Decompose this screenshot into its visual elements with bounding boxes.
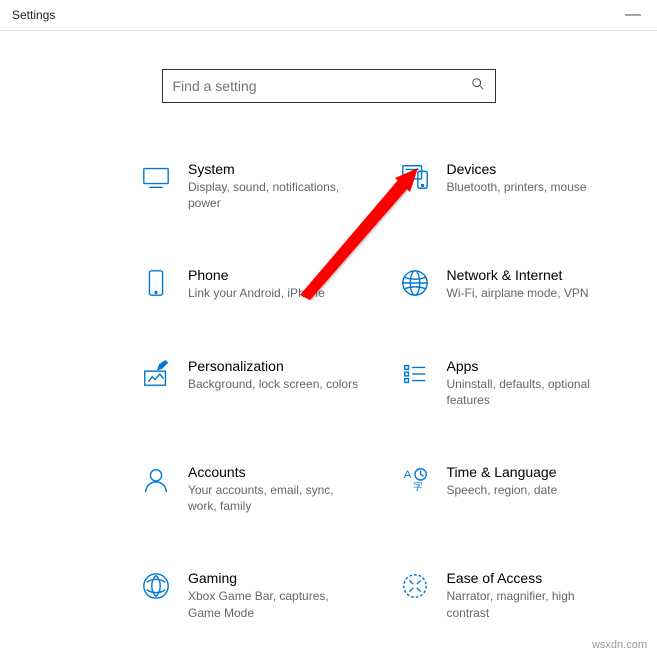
network-icon bbox=[399, 267, 431, 299]
category-devices[interactable]: Devices Bluetooth, printers, mouse bbox=[399, 161, 618, 211]
gaming-icon bbox=[140, 570, 172, 602]
category-title: Gaming bbox=[188, 570, 359, 586]
category-network[interactable]: Network & Internet Wi-Fi, airplane mode,… bbox=[399, 267, 618, 301]
category-title: Time & Language bbox=[447, 464, 618, 480]
category-desc: Xbox Game Bar, captures, Game Mode bbox=[188, 588, 359, 620]
category-title: Accounts bbox=[188, 464, 359, 480]
search-input[interactable] bbox=[173, 78, 471, 94]
category-title: Network & Internet bbox=[447, 267, 618, 283]
search-icon bbox=[471, 77, 485, 96]
category-desc: Wi-Fi, airplane mode, VPN bbox=[447, 285, 618, 301]
category-desc: Link your Android, iPhone bbox=[188, 285, 359, 301]
category-apps[interactable]: Apps Uninstall, defaults, optional featu… bbox=[399, 358, 618, 408]
category-gaming[interactable]: Gaming Xbox Game Bar, captures, Game Mod… bbox=[140, 570, 359, 620]
ease-icon bbox=[399, 570, 431, 602]
category-desc: Your accounts, email, sync, work, family bbox=[188, 482, 359, 514]
svg-text:字: 字 bbox=[413, 480, 422, 491]
category-phone[interactable]: Phone Link your Android, iPhone bbox=[140, 267, 359, 301]
apps-icon bbox=[399, 358, 431, 390]
category-ease[interactable]: Ease of Access Narrator, magnifier, high… bbox=[399, 570, 618, 620]
categories-grid: System Display, sound, notifications, po… bbox=[0, 161, 657, 621]
svg-text:A: A bbox=[403, 469, 411, 481]
window-title: Settings bbox=[12, 8, 55, 22]
category-personalization[interactable]: Personalization Background, lock screen,… bbox=[140, 358, 359, 408]
category-title: System bbox=[188, 161, 359, 177]
category-system[interactable]: System Display, sound, notifications, po… bbox=[140, 161, 359, 211]
minimize-button[interactable]: — bbox=[621, 6, 645, 24]
category-title: Devices bbox=[447, 161, 618, 177]
search-container bbox=[0, 69, 657, 103]
category-desc: Bluetooth, printers, mouse bbox=[447, 179, 618, 195]
category-accounts[interactable]: Accounts Your accounts, email, sync, wor… bbox=[140, 464, 359, 514]
category-title: Phone bbox=[188, 267, 359, 283]
accounts-icon bbox=[140, 464, 172, 496]
category-title: Personalization bbox=[188, 358, 359, 374]
titlebar: Settings — bbox=[0, 0, 657, 31]
phone-icon bbox=[140, 267, 172, 299]
personalization-icon bbox=[140, 358, 172, 390]
category-desc: Display, sound, notifications, power bbox=[188, 179, 359, 211]
category-time[interactable]: A字 Time & Language Speech, region, date bbox=[399, 464, 618, 514]
watermark: wsxdn.com bbox=[592, 639, 647, 651]
category-title: Apps bbox=[447, 358, 618, 374]
search-box[interactable] bbox=[162, 69, 496, 103]
category-desc: Background, lock screen, colors bbox=[188, 376, 359, 392]
devices-icon bbox=[399, 161, 431, 193]
category-desc: Uninstall, defaults, optional features bbox=[447, 376, 618, 408]
category-title: Ease of Access bbox=[447, 570, 618, 586]
category-desc: Narrator, magnifier, high contrast bbox=[447, 588, 618, 620]
system-icon bbox=[140, 161, 172, 193]
time-icon: A字 bbox=[399, 464, 431, 496]
category-desc: Speech, region, date bbox=[447, 482, 618, 498]
